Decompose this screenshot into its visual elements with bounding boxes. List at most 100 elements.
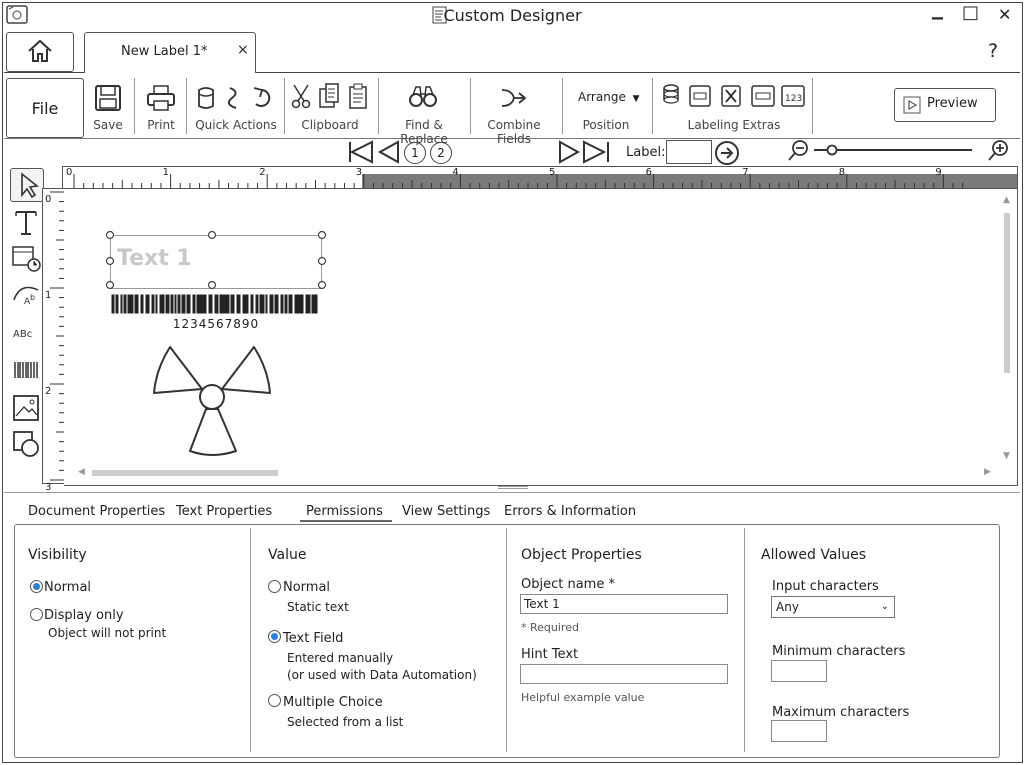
splitter[interactable]	[4, 486, 1020, 493]
labeling-extras-icons[interactable]: 123	[660, 82, 808, 110]
tab-document-properties[interactable]: Document Properties	[28, 504, 165, 519]
image-tool[interactable]	[10, 392, 42, 424]
page-1-button[interactable]: 1	[404, 142, 426, 164]
print-icon[interactable]	[146, 84, 176, 112]
maximize-button[interactable]: □	[962, 2, 979, 23]
svg-text:b: b	[30, 293, 35, 302]
hint-text-input[interactable]	[520, 664, 728, 684]
shape-tool[interactable]	[10, 428, 42, 460]
active-tab-indicator	[300, 520, 392, 522]
abc-icon: ABc	[13, 329, 32, 340]
input-characters-label: Input characters	[772, 579, 879, 594]
display-only-sub: Object will not print	[48, 626, 167, 640]
label-nav-text: Label:	[626, 145, 666, 160]
minimum-characters-input[interactable]	[771, 660, 827, 682]
ruler-h-label: 8	[838, 167, 846, 178]
label-number-input[interactable]	[666, 140, 712, 164]
combine-fields-icon[interactable]	[500, 84, 530, 110]
zoom-slider[interactable]	[786, 138, 1016, 164]
shapes-icon	[13, 431, 39, 457]
horizontal-ruler-labels: 0 1 2 3 4 5 6 7 8 9	[62, 166, 1018, 180]
maximum-characters-input[interactable]	[771, 720, 827, 742]
required-note: * Required	[521, 621, 579, 634]
save-label: Save	[93, 118, 123, 132]
minimize-button[interactable]: ▁	[932, 4, 943, 20]
horizontal-scrollbar[interactable]: ◀ ▶	[78, 467, 998, 479]
window-title: Custom Designer	[443, 6, 582, 25]
arrange-dropdown[interactable]: Arrange ▼	[578, 90, 640, 104]
ruler-v-label: 0	[45, 194, 52, 205]
text-icon	[15, 211, 37, 235]
hscroll-thumb[interactable]	[92, 470, 278, 476]
svg-text:123: 123	[785, 94, 802, 104]
visibility-normal-radio[interactable]	[30, 580, 43, 593]
save-icon[interactable]	[94, 84, 122, 112]
vertical-ruler-labels: 0123	[42, 188, 56, 493]
allowed-values-title: Allowed Values	[761, 547, 867, 563]
ruler-v-label: 1	[45, 290, 52, 301]
minimum-characters-label: Minimum characters	[772, 644, 906, 659]
visibility-display-only-radio[interactable]	[30, 608, 43, 621]
preview-button[interactable]: Preview	[894, 88, 996, 122]
barcode-tool[interactable]	[10, 354, 42, 386]
preview-label: Preview	[927, 96, 978, 111]
arrange-label: Arrange	[578, 90, 626, 104]
clipboard-icons[interactable]	[290, 82, 372, 112]
calendar-clock-icon	[12, 246, 41, 272]
selection-handles[interactable]	[104, 229, 328, 293]
ruler-h-label: 7	[742, 167, 749, 178]
value-text-field-label: Text Field	[283, 631, 344, 646]
input-characters-select[interactable]: Any ⌄	[771, 596, 895, 618]
multiple-choice-sub: Selected from a list	[287, 715, 404, 729]
label-canvas[interactable]: Text 1 1234567890 ▲ ▼ ◀ ▶	[64, 188, 1018, 486]
ruler-h-label: 1	[162, 167, 169, 178]
chevron-down-icon: ⌄	[880, 601, 889, 612]
combine-fields-label: Combine Fields	[487, 118, 541, 146]
home-button[interactable]	[6, 32, 74, 72]
text-tool[interactable]	[10, 206, 42, 238]
home-icon	[28, 39, 52, 62]
last-page-icon[interactable]	[556, 140, 612, 164]
svg-text:ABc: ABc	[13, 329, 32, 340]
date-time-tool[interactable]	[10, 242, 42, 274]
binoculars-icon[interactable]	[408, 84, 438, 110]
abc-text-tool[interactable]: ABc	[10, 316, 42, 348]
close-button[interactable]: ✕	[998, 5, 1011, 24]
radiation-icon[interactable]	[150, 339, 276, 457]
page-2-button[interactable]: 2	[430, 142, 452, 164]
go-arrow-icon[interactable]	[714, 140, 740, 166]
barcode-value: 1234567890	[172, 317, 260, 331]
tab-new-label[interactable]: New Label 1* ×	[84, 32, 256, 73]
visibility-display-only-label: Display only	[44, 608, 124, 623]
ruler-h-label: 3	[355, 167, 363, 178]
select-tool[interactable]	[10, 168, 44, 202]
barcode-object[interactable]	[110, 293, 322, 317]
first-page-icon[interactable]	[346, 140, 402, 164]
tab-close-icon[interactable]: ×	[237, 42, 249, 58]
ruler-v-label: 2	[45, 386, 52, 397]
curved-text-tool[interactable]: Ab	[10, 278, 42, 310]
value-multiple-choice-radio[interactable]	[268, 694, 281, 707]
visibility-title: Visibility	[28, 547, 87, 563]
quick-actions-icons[interactable]	[196, 84, 276, 112]
value-normal-sub: Static text	[287, 600, 349, 614]
help-button[interactable]: ?	[988, 40, 998, 62]
pointer-icon	[21, 172, 39, 199]
value-multiple-choice-label: Multiple Choice	[283, 695, 383, 710]
tab-errors-information[interactable]: Errors & Information	[504, 504, 636, 519]
scroll-thumb[interactable]	[1004, 213, 1010, 373]
value-title: Value	[268, 547, 307, 563]
value-text-field-radio[interactable]	[268, 630, 281, 643]
value-normal-radio[interactable]	[268, 580, 281, 593]
tab-view-settings[interactable]: View Settings	[402, 504, 490, 519]
tab-text-properties[interactable]: Text Properties	[176, 504, 272, 519]
print-label: Print	[147, 118, 175, 132]
object-name-input[interactable]: Text 1	[520, 594, 728, 614]
object-toolbar: Ab ABc	[6, 166, 44, 484]
file-button[interactable]: File	[6, 78, 84, 138]
value-normal-label: Normal	[283, 580, 331, 595]
ruler-h-label: 0	[66, 167, 73, 178]
vertical-scrollbar[interactable]: ▲ ▼	[1000, 195, 1014, 461]
tab-permissions[interactable]: Permissions	[306, 504, 383, 519]
title-bar: Custom Designer ▁ □ ✕	[0, 0, 1025, 30]
